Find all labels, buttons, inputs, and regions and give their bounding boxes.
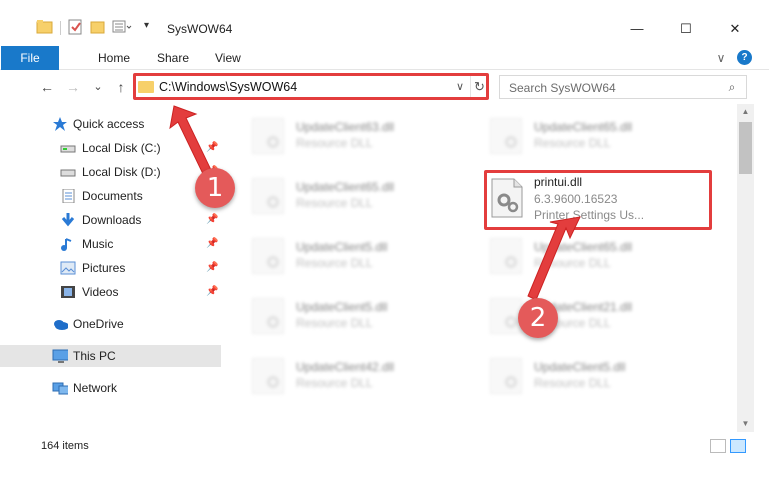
item-count: 164 items xyxy=(41,440,89,452)
bottom-margin xyxy=(0,458,769,487)
step-badge-2: 2 xyxy=(518,298,558,338)
step-badge-1: 1 xyxy=(195,168,235,208)
status-bar: 164 items xyxy=(0,432,769,458)
annotation-arrows xyxy=(169,105,581,301)
arrow-1 xyxy=(169,105,213,177)
arrow-2 xyxy=(527,216,581,301)
large-icons-view-icon[interactable] xyxy=(730,439,746,453)
details-view-icon[interactable] xyxy=(710,439,726,453)
